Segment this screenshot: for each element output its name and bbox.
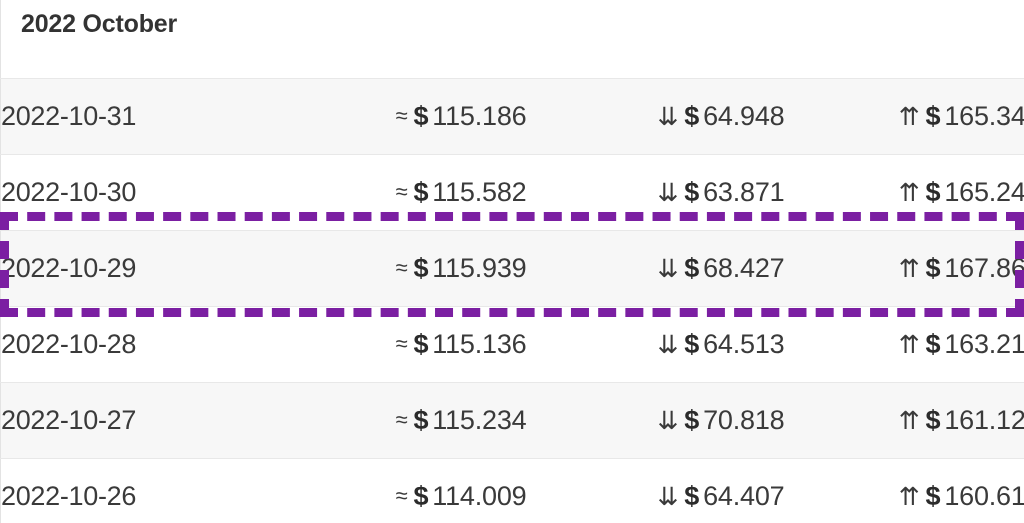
price-amount: 115.136 bbox=[432, 329, 527, 359]
price-amount: 70.818 bbox=[703, 405, 785, 435]
currency-symbol: $ bbox=[413, 405, 429, 435]
cell-average-price: ≈ $115.186 bbox=[268, 78, 527, 155]
cell-low-price: ⇊ $68.427 bbox=[526, 230, 785, 307]
price-amount: 115.582 bbox=[432, 177, 527, 207]
cell-high-price: ⇈$167.860 bbox=[784, 230, 1024, 307]
cell-date: 2022-10-31 bbox=[0, 78, 269, 155]
price-amount: 115.186 bbox=[432, 101, 527, 131]
double-arrow-down-icon: ⇊ bbox=[657, 255, 679, 283]
cell-average-price: ≈ $114.009 bbox=[268, 458, 527, 523]
double-arrow-down-icon: ⇊ bbox=[657, 407, 679, 435]
monthly-price-table: 2022 October 2022-10-31 ≈ $115.186 ⇊ $64.948… bbox=[0, 0, 1024, 523]
currency-symbol: $ bbox=[925, 481, 941, 511]
double-arrow-up-icon: ⇈ bbox=[898, 407, 920, 435]
table-row[interactable]: 2022-10-27≈$115.234⇊$70.818⇈$161.127 bbox=[0, 382, 1024, 459]
price-amount: 167.860 bbox=[944, 253, 1024, 283]
price-amount: 64.407 bbox=[703, 481, 785, 511]
cell-average-price: ≈ $115.234 bbox=[268, 382, 527, 459]
cell-low-price: ⇊ $64.948 bbox=[526, 78, 785, 155]
double-arrow-up-icon: ⇈ bbox=[898, 331, 920, 359]
currency-symbol: $ bbox=[684, 481, 700, 511]
month-header-cell: 2022 October bbox=[0, 0, 1024, 79]
currency-symbol: $ bbox=[413, 101, 429, 131]
double-arrow-up-icon: ⇈ bbox=[898, 255, 920, 283]
approximately-equal-icon: ≈ bbox=[395, 407, 408, 432]
double-arrow-up-icon: ⇈ bbox=[898, 483, 920, 511]
price-amount: 114.009 bbox=[432, 481, 527, 511]
price-amount: 63.871 bbox=[703, 177, 785, 207]
currency-symbol: $ bbox=[925, 177, 941, 207]
cell-average-price: ≈ $115.136 bbox=[268, 306, 527, 383]
cell-date: 2022-10-27 bbox=[0, 382, 269, 459]
cell-date: 2022-10-26 bbox=[0, 458, 269, 523]
approximately-equal-icon: ≈ bbox=[395, 483, 408, 508]
cell-low-price: ⇊ $64.407 bbox=[526, 458, 785, 523]
price-amount: 160.615 bbox=[944, 481, 1024, 511]
currency-symbol: $ bbox=[413, 481, 429, 511]
cell-low-price: ⇊ $70.818 bbox=[526, 382, 785, 459]
cell-low-price: ⇊ $63.871 bbox=[526, 154, 785, 231]
cell-high-price: ⇈$161.127 bbox=[784, 382, 1024, 459]
cell-average-price: ≈ $115.582 bbox=[268, 154, 527, 231]
currency-symbol: $ bbox=[684, 253, 700, 283]
approximately-equal-icon: ≈ bbox=[395, 331, 408, 356]
cell-date: 2022-10-28 bbox=[0, 306, 269, 383]
price-amount: 115.939 bbox=[432, 253, 527, 283]
currency-symbol: $ bbox=[413, 253, 429, 283]
currency-symbol: $ bbox=[413, 177, 429, 207]
cell-date: 2022-10-29 bbox=[0, 230, 269, 307]
table-row[interactable]: 2022-10-26≈$114.009⇊$64.407⇈$160.615 bbox=[0, 458, 1024, 523]
cell-high-price: ⇈$165.247 bbox=[784, 154, 1024, 231]
price-amount: 163.219 bbox=[944, 329, 1024, 359]
table-row[interactable]: 2022-10-29≈$115.939⇊$68.427⇈$167.860 bbox=[0, 230, 1024, 307]
currency-symbol: $ bbox=[925, 253, 941, 283]
currency-symbol: $ bbox=[684, 329, 700, 359]
table-header: 2022 October bbox=[0, 0, 1024, 79]
table-row[interactable]: 2022-10-31≈$115.186⇊$64.948⇈$165.348 bbox=[0, 78, 1024, 155]
currency-symbol: $ bbox=[925, 101, 941, 131]
price-amount: 115.234 bbox=[432, 405, 527, 435]
double-arrow-down-icon: ⇊ bbox=[657, 179, 679, 207]
cell-high-price: ⇈$160.615 bbox=[784, 458, 1024, 523]
price-amount: 68.427 bbox=[703, 253, 785, 283]
currency-symbol: $ bbox=[684, 405, 700, 435]
double-arrow-up-icon: ⇈ bbox=[898, 103, 920, 131]
price-amount: 64.513 bbox=[703, 329, 785, 359]
double-arrow-down-icon: ⇊ bbox=[657, 483, 679, 511]
table-body: 2022-10-31≈$115.186⇊$64.948⇈$165.3482022… bbox=[0, 78, 1024, 523]
table-row[interactable]: 2022-10-28≈$115.136⇊$64.513⇈$163.219 bbox=[0, 306, 1024, 383]
currency-symbol: $ bbox=[413, 329, 429, 359]
cell-high-price: ⇈$165.348 bbox=[784, 78, 1024, 155]
approximately-equal-icon: ≈ bbox=[395, 179, 408, 204]
currency-symbol: $ bbox=[684, 101, 700, 131]
cell-high-price: ⇈$163.219 bbox=[784, 306, 1024, 383]
price-table-viewport[interactable]: 2022 October 2022-10-31 ≈ $115.186 ⇊ $64.948… bbox=[0, 0, 1024, 523]
month-header-row: 2022 October bbox=[0, 0, 1024, 79]
currency-symbol: $ bbox=[684, 177, 700, 207]
table-row[interactable]: 2022-10-30≈$115.582⇊$63.871⇈$165.247 bbox=[0, 154, 1024, 231]
price-amount: 64.948 bbox=[703, 101, 785, 131]
double-arrow-down-icon: ⇊ bbox=[657, 103, 679, 131]
cell-average-price: ≈ $115.939 bbox=[268, 230, 527, 307]
double-arrow-down-icon: ⇊ bbox=[657, 331, 679, 359]
price-amount: 165.247 bbox=[944, 177, 1024, 207]
price-amount: 161.127 bbox=[944, 405, 1024, 435]
cell-date: 2022-10-30 bbox=[0, 154, 269, 231]
currency-symbol: $ bbox=[925, 405, 941, 435]
cell-low-price: ⇊ $64.513 bbox=[526, 306, 785, 383]
price-amount: 165.348 bbox=[944, 101, 1024, 131]
page-title: 2022 October bbox=[21, 10, 178, 38]
approximately-equal-icon: ≈ bbox=[395, 255, 408, 280]
currency-symbol: $ bbox=[925, 329, 941, 359]
double-arrow-up-icon: ⇈ bbox=[898, 179, 920, 207]
approximately-equal-icon: ≈ bbox=[395, 103, 408, 128]
